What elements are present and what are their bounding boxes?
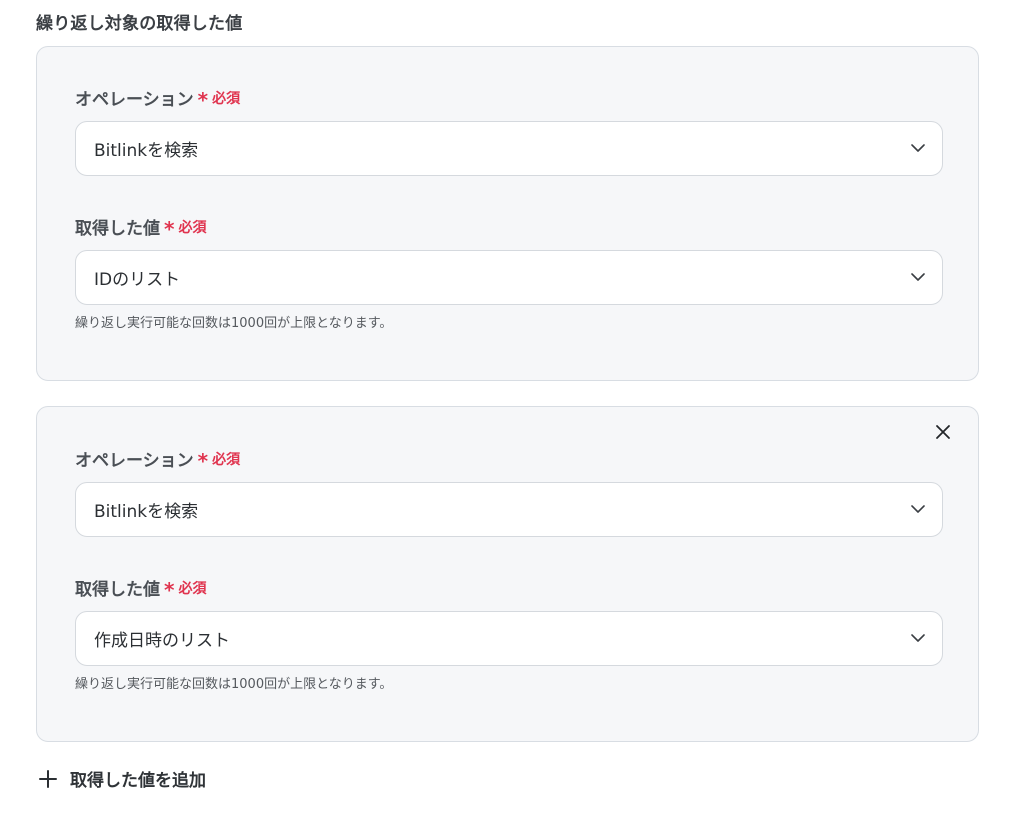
operation-select[interactable]: Bitlinkを検索 [75,121,943,176]
remove-card-button[interactable] [932,423,954,445]
required-text: 必須 [178,219,207,236]
loop-value-card-2: オペレーション * 必須 Bitlinkを検索 取得した値 * 必須 作成日時の… [36,406,979,742]
loop-value-card-1: オペレーション * 必須 Bitlinkを検索 取得した値 * 必須 IDのリス… [36,46,979,381]
add-value-label: 取得した値を追加 [70,771,206,791]
value-select-value: 作成日時のリスト [94,631,230,651]
value-select[interactable]: IDのリスト [75,250,943,305]
value-label-text: 取得した値 [75,219,160,239]
required-text: 必須 [212,451,241,468]
required-text: 必須 [212,90,241,107]
add-value-button[interactable]: 取得した値を追加 [38,766,206,791]
close-icon [935,424,951,444]
plus-icon [38,769,58,789]
chevron-down-icon [910,270,926,286]
value-select-value: IDのリスト [94,270,181,290]
operation-label-text: オペレーション [75,90,194,110]
value-select[interactable]: 作成日時のリスト [75,611,943,666]
operation-select-value: Bitlinkを検索 [94,141,199,161]
value-label: 取得した値 * 必須 [75,214,207,241]
value-label-text: 取得した値 [75,580,160,600]
operation-select[interactable]: Bitlinkを検索 [75,482,943,537]
operation-select-value: Bitlinkを検索 [94,502,199,522]
required-star: * [197,87,209,112]
limit-hint: 繰り返し実行可能な回数は1000回が上限となります。 [75,677,393,692]
operation-label-text: オペレーション [75,451,194,471]
limit-hint: 繰り返し実行可能な回数は1000回が上限となります。 [75,316,393,331]
chevron-down-icon [910,631,926,647]
chevron-down-icon [910,502,926,518]
required-star: * [164,577,175,602]
chevron-down-icon [910,141,926,157]
required-text: 必須 [178,580,207,597]
operation-label: オペレーション * 必須 [75,446,241,473]
section-title: 繰り返し対象の取得した値 [36,14,243,34]
required-star: * [164,216,175,241]
operation-label: オペレーション * 必須 [75,85,241,112]
value-label: 取得した値 * 必須 [75,575,207,602]
required-star: * [197,448,209,473]
